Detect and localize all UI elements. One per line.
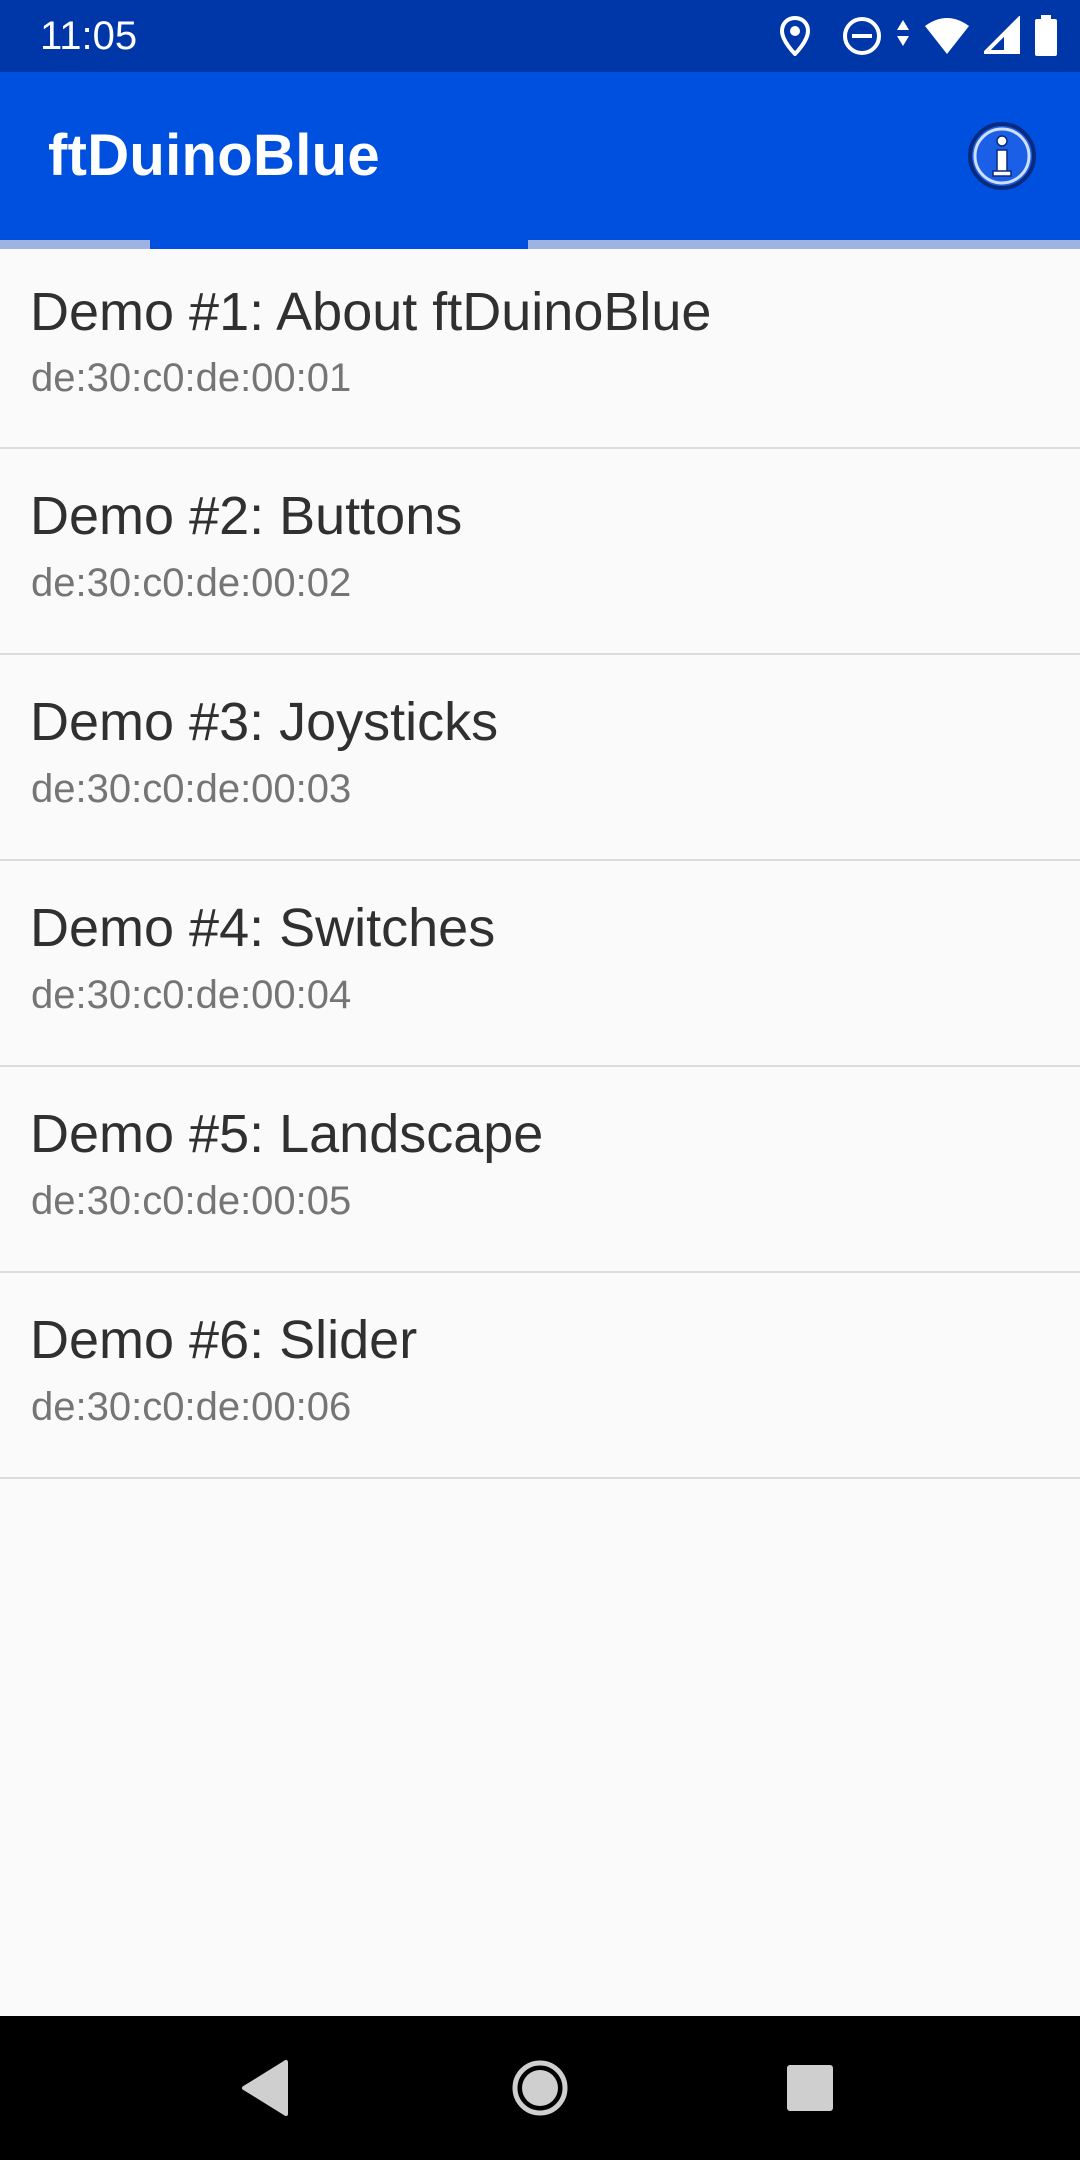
- device-address: de:30:c0:de:00:06: [31, 1385, 352, 1429]
- navigation-bar: [0, 2016, 1080, 2160]
- recents-icon: [770, 2065, 850, 2131]
- home-icon: [500, 2060, 580, 2131]
- status-icons: [780, 14, 1058, 58]
- battery-icon: [1034, 15, 1058, 57]
- device-address: de:30:c0:de:00:05: [31, 1179, 352, 1223]
- app-bar: ftDuinoBlue: [0, 72, 1080, 240]
- list-item[interactable]: Demo #1: About ftDuinoBlue de:30:c0:de:0…: [0, 249, 1080, 449]
- info-icon: [966, 122, 1038, 195]
- app-title: ftDuinoBlue: [48, 123, 380, 188]
- device-list: Demo #1: About ftDuinoBlue de:30:c0:de:0…: [0, 249, 1080, 1479]
- device-name: Demo #6: Slider: [30, 1310, 418, 1370]
- device-address: de:30:c0:de:00:04: [31, 973, 352, 1017]
- cell-signal-icon: [984, 16, 1020, 56]
- do-not-disturb-icon: [842, 16, 882, 56]
- status-bar: 11:05: [0, 0, 1080, 72]
- device-name: Demo #2: Buttons: [30, 486, 463, 546]
- list-item[interactable]: Demo #2: Buttons de:30:c0:de:00:02: [0, 449, 1080, 655]
- device-name: Demo #4: Switches: [30, 898, 496, 958]
- list-item[interactable]: Demo #5: Landscape de:30:c0:de:00:05: [0, 1067, 1080, 1273]
- list-item[interactable]: Demo #3: Joysticks de:30:c0:de:00:03: [0, 655, 1080, 861]
- wifi-icon: [924, 16, 970, 56]
- recents-button[interactable]: [770, 2048, 850, 2128]
- device-address: de:30:c0:de:00:01: [31, 356, 352, 400]
- data-arrows-icon: [896, 16, 910, 56]
- location-icon: [780, 16, 810, 56]
- status-time: 11:05: [40, 14, 138, 58]
- progress-indicator: [150, 240, 528, 249]
- screen: 11:05 ftDuinoBlue Demo #1: About ftDuino…: [0, 0, 1080, 2160]
- info-button[interactable]: [966, 120, 1038, 192]
- back-icon: [228, 2060, 308, 2131]
- back-button[interactable]: [228, 2048, 308, 2128]
- list-item[interactable]: Demo #6: Slider de:30:c0:de:00:06: [0, 1273, 1080, 1479]
- device-address: de:30:c0:de:00:02: [31, 561, 352, 605]
- device-address: de:30:c0:de:00:03: [31, 767, 352, 811]
- device-name: Demo #3: Joysticks: [30, 692, 499, 752]
- list-item[interactable]: Demo #4: Switches de:30:c0:de:00:04: [0, 861, 1080, 1067]
- device-name: Demo #5: Landscape: [30, 1104, 544, 1164]
- device-name: Demo #1: About ftDuinoBlue: [30, 282, 712, 342]
- home-button[interactable]: [500, 2048, 580, 2128]
